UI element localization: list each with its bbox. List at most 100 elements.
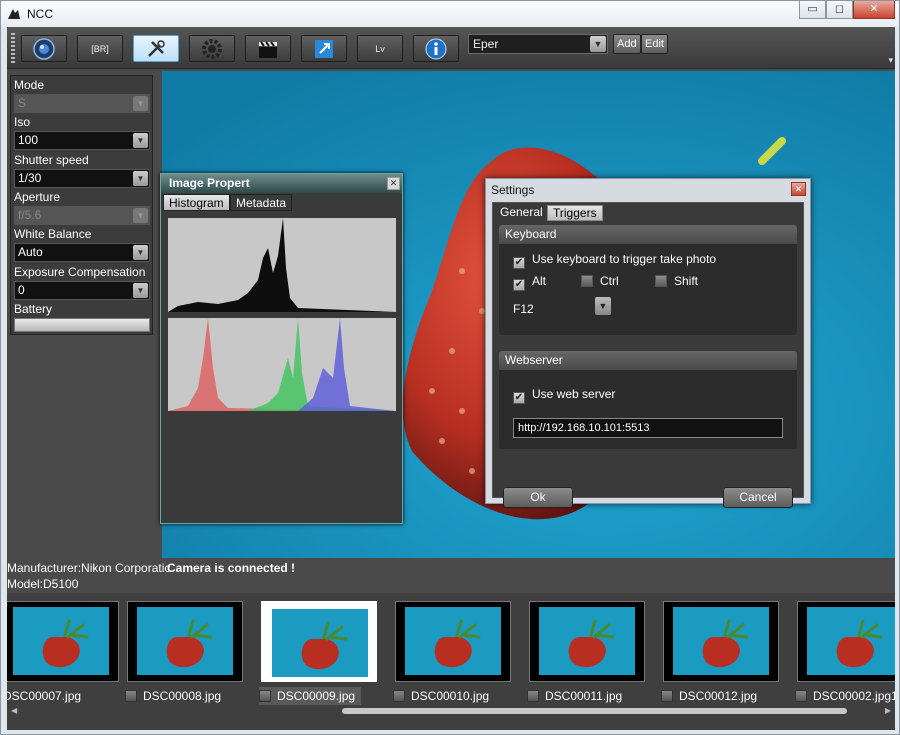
shutter-label: Shutter speed: [14, 153, 89, 167]
profile-select[interactable]: Eper ▼: [468, 34, 608, 54]
edit-profile-button[interactable]: Edit: [641, 34, 668, 54]
checkbox-checked-icon: ✔: [513, 392, 525, 404]
settings-tools-button[interactable]: [133, 35, 179, 62]
thumbnail-image: [13, 607, 109, 675]
thumbnail-label[interactable]: DSC00008.jpg: [125, 687, 221, 705]
toolbar-grip[interactable]: [11, 33, 15, 63]
use-keyboard-checkbox[interactable]: ✔ Use keyboard to trigger take photo: [513, 252, 716, 269]
chevron-down-icon: ▼: [133, 208, 148, 223]
movie-button[interactable]: [245, 35, 291, 62]
fullscreen-button[interactable]: [301, 35, 347, 62]
title-bar[interactable]: NCC ▭ ◻ ✕: [1, 1, 899, 27]
shift-label: Shift: [674, 274, 699, 288]
white-balance-value: Auto: [18, 245, 43, 259]
close-icon[interactable]: ✕: [791, 182, 806, 196]
client-area: [BR] Lv Eper ▼ Add Edit ▾ Mode S ▼ Iso 1…: [7, 27, 895, 730]
chevron-down-icon: ▼: [133, 171, 148, 186]
thumbnail[interactable]: [395, 601, 511, 682]
toolbar-overflow-icon[interactable]: ▾: [888, 55, 893, 66]
chevron-down-icon[interactable]: ▼: [595, 297, 611, 315]
settings-dialog: Settings ✕ General Triggers Keyboard ✔ Us…: [485, 178, 811, 508]
exposure-comp-value: 0: [18, 283, 25, 297]
webserver-url-field[interactable]: http://192.168.10.101:5513: [513, 418, 783, 438]
thumbnail-filename: DSC00011.jpg: [545, 689, 623, 703]
thumbnail-filename: DSC00002.jpg11,: [813, 689, 895, 703]
checkbox-unchecked-icon[interactable]: [393, 690, 405, 702]
thumbnail[interactable]: [7, 601, 119, 682]
checkbox-checked-icon: ✔: [513, 257, 525, 269]
restore-button[interactable]: ◻: [826, 1, 853, 19]
scroll-left-icon[interactable]: ◀: [11, 706, 17, 715]
shift-checkbox[interactable]: Shift: [655, 274, 698, 288]
minimize-button[interactable]: ▭: [799, 1, 826, 19]
thumbnail[interactable]: [127, 601, 243, 682]
thumbnail[interactable]: [261, 601, 377, 682]
use-webserver-checkbox[interactable]: ✔ Use web server: [513, 387, 615, 404]
chevron-down-icon: ▼: [133, 96, 148, 111]
scrollbar-thumb[interactable]: [342, 708, 847, 714]
thumbnail[interactable]: [529, 601, 645, 682]
keyboard-group: Keyboard ✔ Use keyboard to trigger take p…: [499, 225, 797, 335]
horizontal-scrollbar[interactable]: ◀ ▶: [7, 706, 895, 716]
exposure-comp-select[interactable]: 0 ▼: [14, 281, 150, 300]
camera-app-icon: [8, 9, 20, 19]
shutter-select[interactable]: 1/30 ▼: [14, 169, 150, 188]
thumbnail-label[interactable]: DSC00007.jpg: [7, 687, 81, 705]
add-profile-button[interactable]: Add: [613, 34, 641, 54]
checkbox-unchecked-icon[interactable]: [125, 690, 137, 702]
rgb-histogram: [168, 318, 396, 411]
capture-button[interactable]: [21, 35, 67, 62]
tab-general[interactable]: General: [495, 205, 548, 221]
alt-checkbox[interactable]: ✔ Alt: [513, 274, 546, 291]
thumbnail-label[interactable]: DSC00002.jpg11,: [795, 687, 895, 705]
white-balance-select[interactable]: Auto ▼: [14, 243, 150, 262]
checkbox-unchecked-icon[interactable]: [527, 690, 539, 702]
cancel-button[interactable]: Cancel: [723, 487, 793, 508]
close-icon[interactable]: ✕: [387, 177, 400, 190]
bracketing-button[interactable]: [BR]: [77, 35, 123, 62]
iso-value: 100: [18, 133, 39, 147]
thumbnail-filename: DSC00009.jpg: [277, 689, 356, 703]
ctrl-label: Ctrl: [600, 274, 619, 288]
aperture-label: Aperture: [14, 190, 61, 204]
lens-icon: [33, 37, 55, 60]
thumbnail-label[interactable]: DSC00011.jpg: [527, 687, 622, 705]
app-window: NCC ▭ ◻ ✕ [BR] Lv Eper ▼ Add Edit ▾ Mode…: [0, 0, 900, 735]
iso-label: Iso: [14, 115, 31, 129]
thumbnail-filename: DSC00012.jpg: [679, 689, 758, 703]
tab-triggers[interactable]: Triggers: [547, 205, 603, 221]
scroll-right-icon[interactable]: ▶: [885, 706, 891, 715]
checkbox-unchecked-icon[interactable]: [795, 690, 807, 702]
image-properties-title[interactable]: Image Propert: [161, 174, 402, 193]
thumbnail-label[interactable]: DSC00012.jpg: [661, 687, 757, 705]
thumbnail-label[interactable]: DSC00010.jpg: [393, 687, 489, 705]
aperture-value: f/5.6: [18, 208, 42, 222]
tab-histogram[interactable]: Histogram: [163, 194, 230, 211]
iso-select[interactable]: 100 ▼: [14, 131, 150, 150]
checkbox-unchecked-icon[interactable]: [259, 690, 271, 702]
mode-label: Mode: [14, 78, 45, 92]
ok-button[interactable]: Ok: [503, 487, 573, 508]
info-button[interactable]: [413, 35, 459, 62]
camera-info: Manufacturer:Nikon Corporatic Model:D510…: [7, 561, 170, 591]
thumbnail-label[interactable]: DSC00009.jpg: [259, 687, 362, 705]
checkbox-unchecked-icon[interactable]: [661, 690, 673, 702]
thumbnail-strip: ◀ ▶ DSC00007.jpg DSC00008.jpg DSC00009.jpg…: [7, 593, 895, 730]
connection-status: Camera is connected !: [167, 561, 296, 575]
tab-metadata[interactable]: Metadata: [230, 194, 293, 211]
camera-settings-panel: Mode S ▼ Iso 100 ▼ Shutter speed 1/30 ▼ Ape…: [10, 75, 153, 335]
thumbnail[interactable]: [797, 601, 895, 682]
checkbox-checked-icon: ✔: [513, 279, 525, 291]
luminance-histogram: [168, 218, 396, 312]
mode-value: S: [18, 96, 27, 110]
profile-value: Eper: [473, 37, 499, 51]
close-window-button[interactable]: ✕: [853, 1, 895, 19]
key-select-value: F12: [513, 302, 534, 316]
chevron-down-icon: ▼: [133, 245, 148, 260]
use-webserver-label: Use web server: [532, 387, 616, 401]
thumbnail[interactable]: [663, 601, 779, 682]
liveview-button[interactable]: Lv: [357, 35, 403, 62]
gear-button[interactable]: [189, 35, 235, 62]
thumbnail-image: [272, 609, 368, 677]
ctrl-checkbox[interactable]: Ctrl: [581, 274, 619, 288]
